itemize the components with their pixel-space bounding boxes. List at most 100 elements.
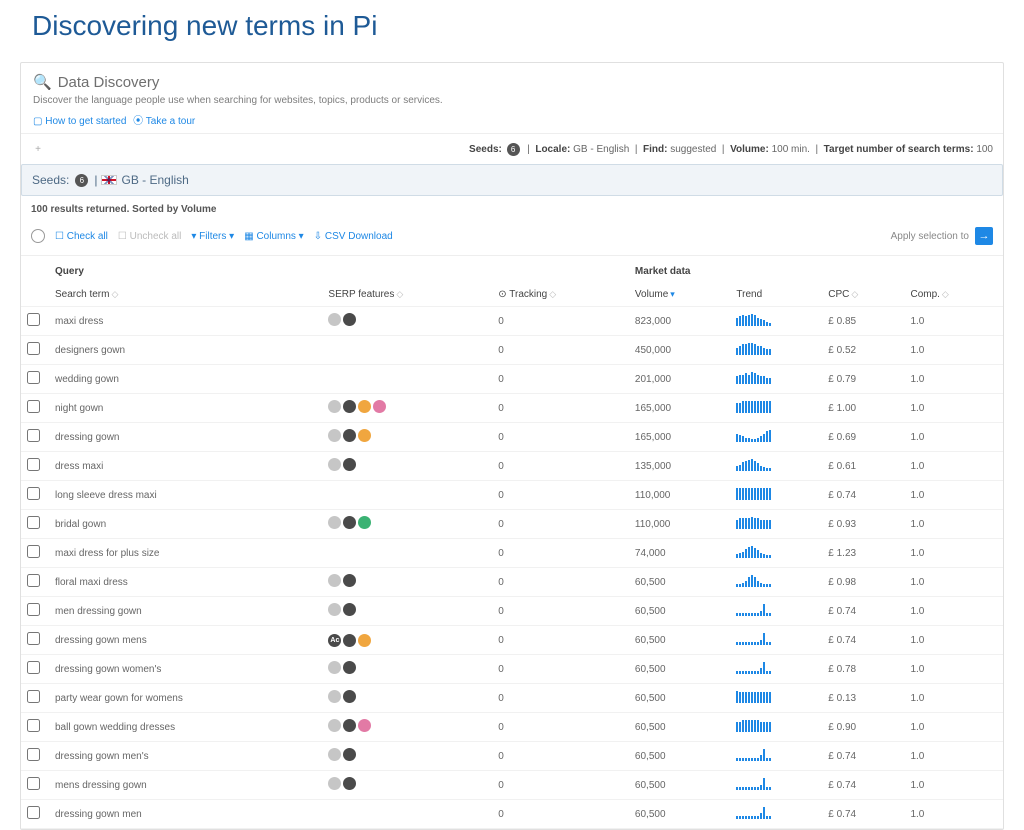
how-to-link[interactable]: ▢ How to get started (33, 116, 126, 127)
magnify-icon: 🔍 (33, 73, 52, 91)
cell-cpc: £ 0.78 (822, 655, 904, 684)
col-cpc[interactable]: CPC◇ (822, 283, 904, 307)
cell-serp (322, 800, 492, 829)
cell-trend (730, 742, 822, 771)
row-checkbox[interactable] (27, 487, 40, 500)
cell-trend (730, 771, 822, 800)
table-row: ball gown wedding dresses 0 60,500 £ 0.9… (21, 713, 1003, 742)
cell-serp (322, 771, 492, 800)
col-tracking[interactable]: ⊙ Tracking◇ (492, 283, 629, 307)
serp-feature-icon (343, 516, 356, 529)
cell-volume: 165,000 (629, 423, 730, 452)
cell-volume: 60,500 (629, 713, 730, 742)
check-all-button[interactable]: ☐ Check all (55, 231, 108, 242)
col-comp[interactable]: Comp.◇ (904, 283, 1003, 307)
col-trend[interactable]: Trend (730, 283, 822, 307)
col-group-query: Query (49, 256, 629, 283)
cell-term[interactable]: dressing gown men (49, 800, 322, 829)
row-checkbox[interactable] (27, 545, 40, 558)
cell-term[interactable]: maxi dress for plus size (49, 539, 322, 568)
trend-sparkline (736, 662, 771, 674)
cell-volume: 60,500 (629, 655, 730, 684)
cell-term[interactable]: ball gown wedding dresses (49, 713, 322, 742)
serp-feature-icon (328, 400, 341, 413)
trend-sparkline (736, 720, 771, 732)
serp-feature-icon (328, 748, 341, 761)
page-title: Discovering new terms in Pi (0, 0, 1024, 62)
cell-tracking: 0 (492, 713, 629, 742)
row-checkbox[interactable] (27, 603, 40, 616)
take-tour-link[interactable]: ⦿ Take a tour (133, 116, 195, 127)
cell-volume: 60,500 (629, 626, 730, 655)
serp-feature-icon (328, 574, 341, 587)
serp-feature-icon (343, 429, 356, 442)
serp-feature-icon (343, 777, 356, 790)
cell-cpc: £ 0.69 (822, 423, 904, 452)
cell-comp: 1.0 (904, 307, 1003, 336)
cell-term[interactable]: dressing gown (49, 423, 322, 452)
cell-tracking: 0 (492, 655, 629, 684)
table-row: mens dressing gown 0 60,500 £ 0.74 1.0 (21, 771, 1003, 800)
apply-go-button[interactable]: → (975, 227, 993, 245)
row-checkbox[interactable] (27, 574, 40, 587)
cell-term[interactable]: men dressing gown (49, 597, 322, 626)
col-search-term[interactable]: Search term◇ (49, 283, 322, 307)
row-checkbox[interactable] (27, 516, 40, 529)
cell-tracking: 0 (492, 771, 629, 800)
row-checkbox[interactable] (27, 400, 40, 413)
cell-comp: 1.0 (904, 713, 1003, 742)
uncheck-all-button[interactable]: ☐ Uncheck all (118, 231, 181, 242)
cell-volume: 450,000 (629, 336, 730, 365)
row-checkbox[interactable] (27, 371, 40, 384)
cell-serp (322, 539, 492, 568)
serp-feature-icon (358, 400, 371, 413)
row-checkbox[interactable] (27, 661, 40, 674)
cell-trend (730, 307, 822, 336)
cell-term[interactable]: maxi dress (49, 307, 322, 336)
cell-serp (322, 568, 492, 597)
bulk-select-icon[interactable] (31, 229, 45, 243)
panel-header: 🔍 Data Discovery Discover the language p… (21, 63, 1003, 133)
row-checkbox[interactable] (27, 632, 40, 645)
cell-term[interactable]: dress maxi (49, 452, 322, 481)
cell-term[interactable]: dressing gown mens (49, 626, 322, 655)
cell-serp (322, 713, 492, 742)
row-checkbox[interactable] (27, 342, 40, 355)
row-checkbox[interactable] (27, 690, 40, 703)
add-seed-button[interactable]: + (31, 142, 45, 156)
results-toolbar: ☐ Check all ☐ Uncheck all ▾ Filters ▾ ▦ … (21, 223, 1003, 256)
columns-button[interactable]: ▦ Columns ▾ (244, 231, 304, 242)
row-checkbox[interactable] (27, 313, 40, 326)
row-checkbox[interactable] (27, 777, 40, 790)
row-checkbox[interactable] (27, 748, 40, 761)
trend-sparkline (736, 575, 771, 587)
col-serp[interactable]: SERP features◇ (322, 283, 492, 307)
row-checkbox[interactable] (27, 719, 40, 732)
status-bar: + Seeds: 6 | Locale: GB - English | Find… (21, 133, 1003, 164)
table-row: dressing gown men's 0 60,500 £ 0.74 1.0 (21, 742, 1003, 771)
cell-term[interactable]: designers gown (49, 336, 322, 365)
filters-button[interactable]: ▾ Filters ▾ (191, 231, 234, 242)
serp-feature-icon (358, 429, 371, 442)
trend-sparkline (736, 459, 771, 471)
cell-term[interactable]: dressing gown women's (49, 655, 322, 684)
cell-term[interactable]: night gown (49, 394, 322, 423)
trend-sparkline (736, 401, 771, 413)
cell-tracking: 0 (492, 742, 629, 771)
cell-volume: 110,000 (629, 481, 730, 510)
csv-download-button[interactable]: ⇩ CSV Download (314, 231, 393, 242)
cell-term[interactable]: party wear gown for womens (49, 684, 322, 713)
cell-term[interactable]: long sleeve dress maxi (49, 481, 322, 510)
cell-term[interactable]: floral maxi dress (49, 568, 322, 597)
cell-term[interactable]: mens dressing gown (49, 771, 322, 800)
row-checkbox[interactable] (27, 806, 40, 819)
cell-term[interactable]: wedding gown (49, 365, 322, 394)
cell-term[interactable]: bridal gown (49, 510, 322, 539)
col-volume[interactable]: Volume▾ (629, 283, 730, 307)
row-checkbox[interactable] (27, 429, 40, 442)
serp-feature-icon (358, 516, 371, 529)
row-checkbox[interactable] (27, 458, 40, 471)
cell-term[interactable]: dressing gown men's (49, 742, 322, 771)
cell-trend (730, 423, 822, 452)
cell-cpc: £ 0.85 (822, 307, 904, 336)
